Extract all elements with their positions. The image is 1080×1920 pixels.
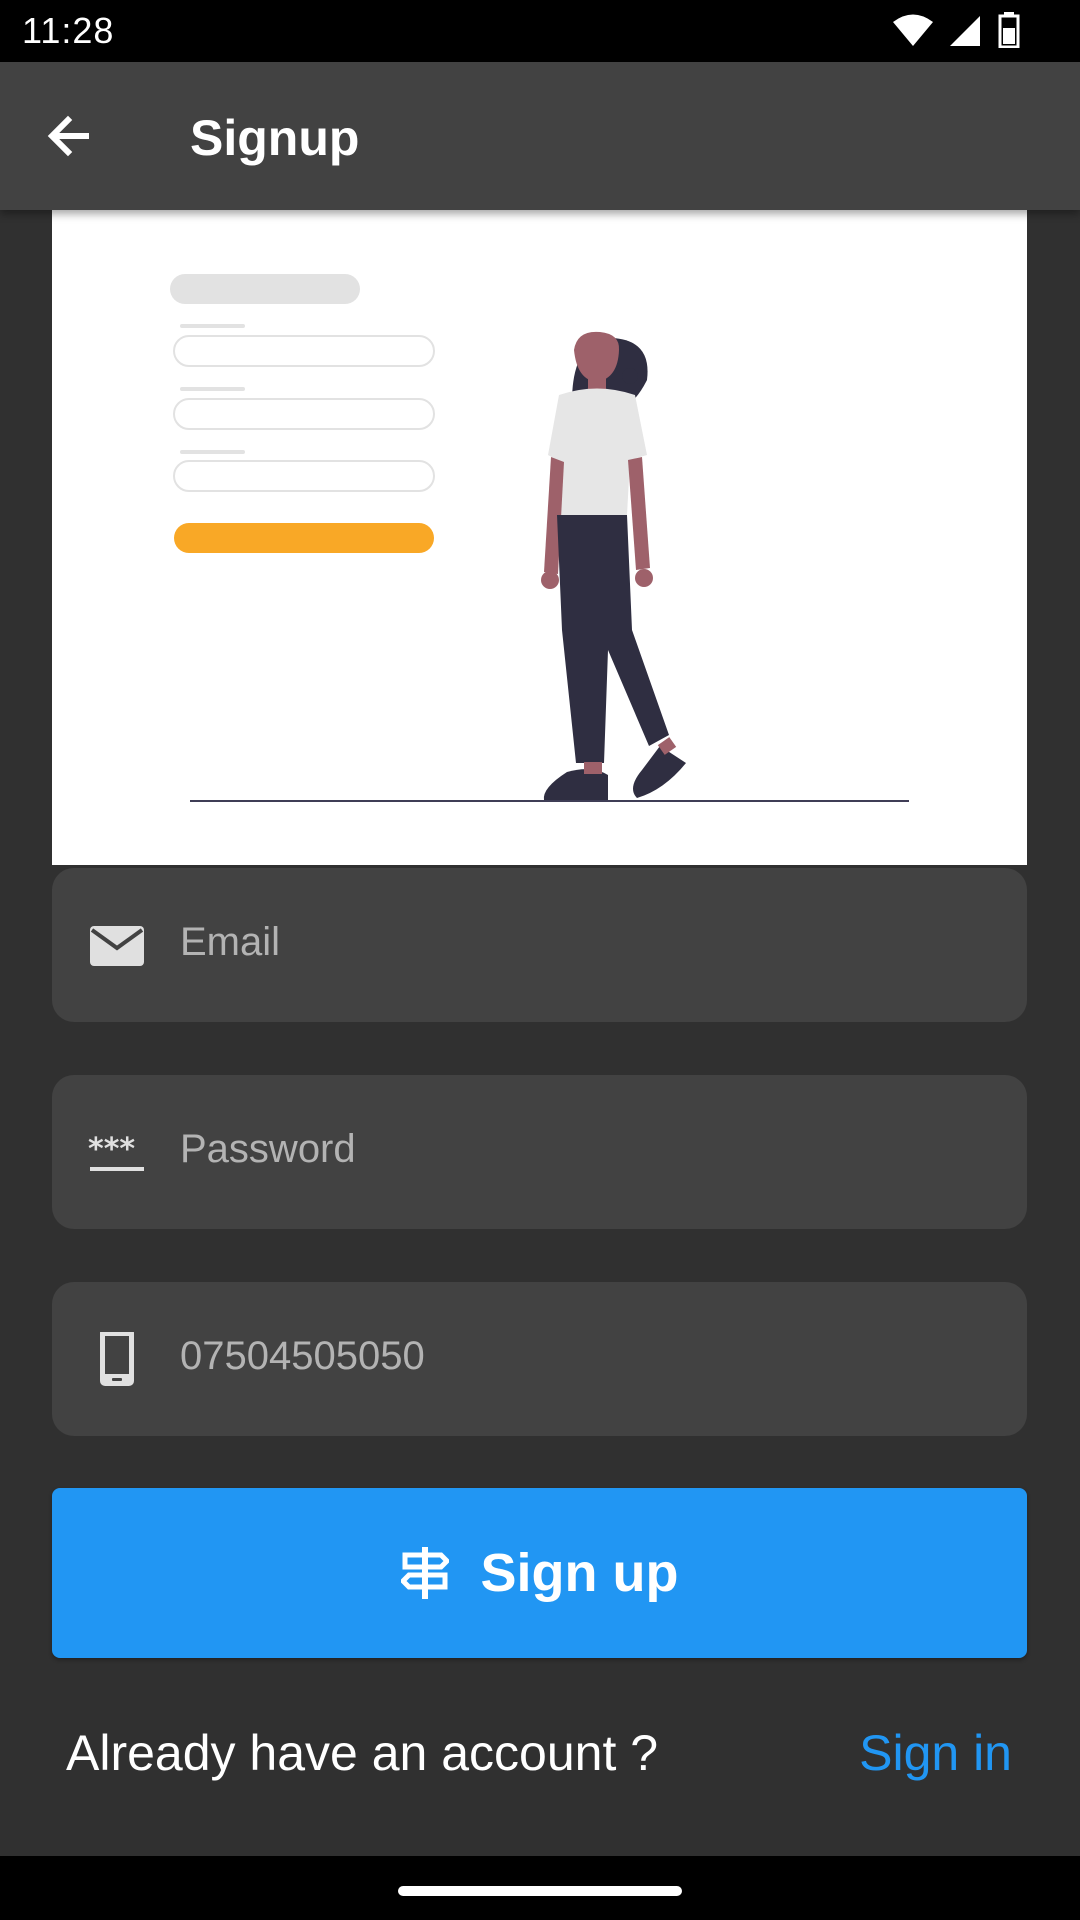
email-placeholder: Email — [180, 920, 281, 964]
svg-text:***: *** — [88, 1132, 135, 1167]
phone-placeholder: 07504505050 — [180, 1334, 425, 1378]
phone-field[interactable]: 07504505050 — [52, 1282, 1027, 1436]
wifi-icon — [893, 14, 933, 46]
app-bar: Signup — [0, 62, 1080, 210]
signpost-icon — [400, 1547, 449, 1599]
signup-illustration-graphic — [170, 274, 909, 802]
already-have-account-text: Already have an account ? — [66, 1725, 659, 1781]
status-icons — [892, 12, 1020, 48]
signal-icon — [950, 16, 980, 46]
nav-bar — [0, 1856, 1080, 1920]
password-icon: *** — [88, 1132, 144, 1171]
email-field[interactable]: Email — [52, 868, 1027, 1022]
password-placeholder: Password — [180, 1127, 356, 1171]
mail-icon — [90, 926, 144, 966]
back-button[interactable] — [42, 110, 106, 162]
signup-button-label: Sign up — [480, 1543, 679, 1603]
signin-link[interactable]: Sign in — [859, 1724, 1012, 1782]
home-handle[interactable] — [398, 1886, 682, 1896]
signup-illustration — [52, 210, 1027, 865]
battery-icon — [998, 12, 1020, 48]
password-field[interactable]: *** Password — [52, 1075, 1027, 1229]
signup-button[interactable]: Sign up — [52, 1488, 1027, 1658]
status-time: 11:28 — [22, 10, 115, 51]
arrow-left-icon — [47, 115, 89, 157]
status-bar: 11:28 — [0, 0, 1080, 62]
phone-icon — [100, 1332, 134, 1386]
page-title: Signup — [190, 110, 360, 166]
